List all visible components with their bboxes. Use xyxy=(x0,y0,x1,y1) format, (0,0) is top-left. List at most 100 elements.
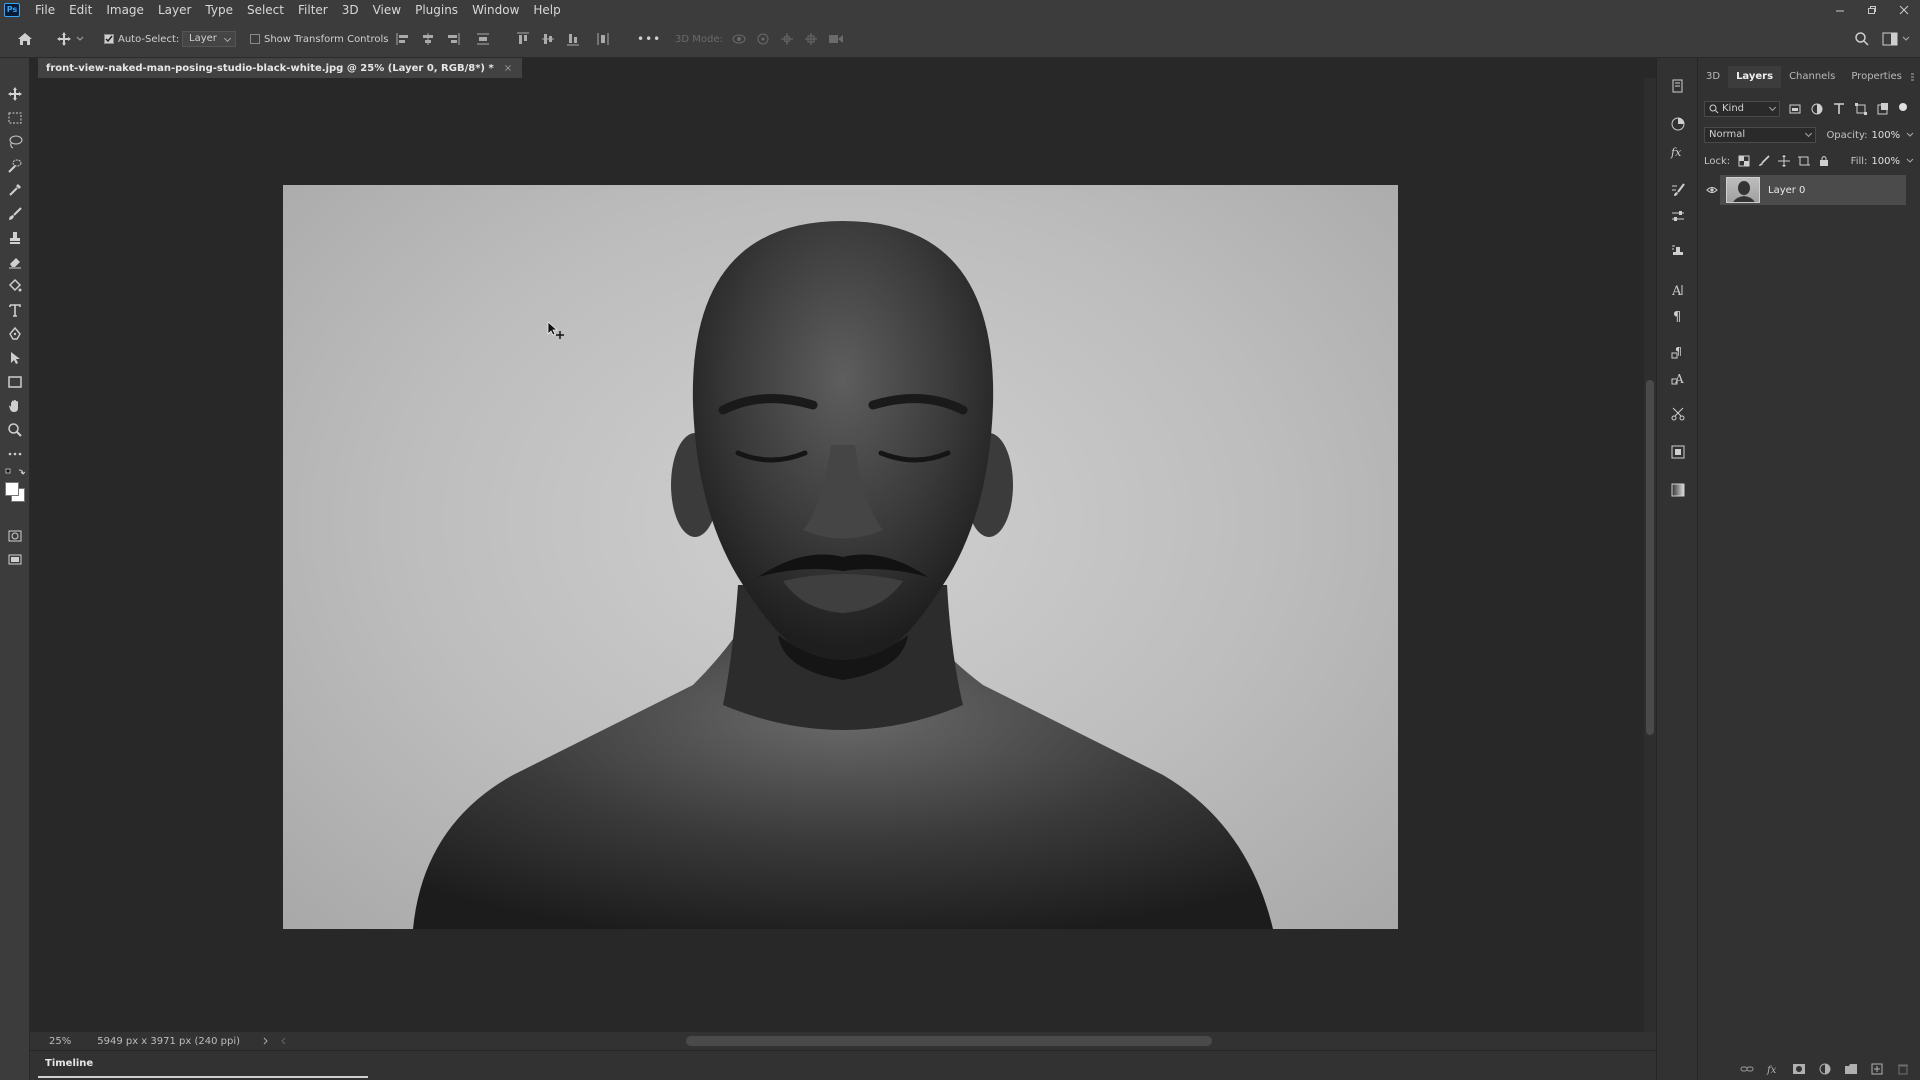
canvas-image[interactable] xyxy=(283,185,1398,929)
add-layer-style-button[interactable]: fx xyxy=(1764,1060,1782,1078)
roll-3d-icon[interactable] xyxy=(755,32,771,46)
scale-3d-icon[interactable] xyxy=(827,32,845,46)
lock-artboard-icon[interactable] xyxy=(1798,155,1811,167)
pan-3d-icon[interactable] xyxy=(779,32,795,46)
quick-selection-tool[interactable] xyxy=(5,156,25,176)
show-transform-control[interactable]: Show Transform Controls xyxy=(250,20,388,58)
menu-layer[interactable]: Layer xyxy=(151,0,198,20)
adjustments-panel-button[interactable] xyxy=(1668,206,1688,226)
search-button[interactable] xyxy=(1854,20,1870,58)
workspace-button[interactable] xyxy=(1882,20,1910,58)
chevron-down-icon[interactable] xyxy=(1906,131,1914,139)
tab-layers[interactable]: Layers xyxy=(1728,66,1782,88)
filter-shape-icon[interactable] xyxy=(1854,102,1868,116)
align-top-edges-icon[interactable] xyxy=(516,32,530,46)
timeline-tab[interactable]: Timeline xyxy=(37,1052,101,1074)
tab-3d[interactable]: 3D xyxy=(1698,66,1728,88)
close-window-button[interactable] xyxy=(1888,0,1920,20)
chevron-down-icon[interactable] xyxy=(1906,157,1914,165)
history-panel-button[interactable] xyxy=(1668,76,1688,96)
clone-stamp-tool[interactable] xyxy=(5,228,25,248)
menu-plugins[interactable]: Plugins xyxy=(408,0,465,20)
menu-type[interactable]: Type xyxy=(198,0,240,20)
lock-position-icon[interactable] xyxy=(1778,155,1791,167)
show-transform-checkbox[interactable] xyxy=(250,34,260,44)
horizontal-scroll-thumb[interactable] xyxy=(686,1036,1212,1046)
tab-properties[interactable]: Properties xyxy=(1843,66,1910,88)
vertical-scroll-thumb[interactable] xyxy=(1646,380,1654,735)
tool-presets-panel-button[interactable] xyxy=(1668,404,1688,424)
menu-help[interactable]: Help xyxy=(526,0,567,20)
filter-type-icon[interactable] xyxy=(1832,102,1846,116)
zoom-tool[interactable] xyxy=(5,420,25,440)
lasso-tool[interactable] xyxy=(5,132,25,152)
quick-mask-button[interactable] xyxy=(5,526,25,546)
brushes-panel-button[interactable] xyxy=(1668,180,1688,200)
align-horizontal-centers-icon[interactable] xyxy=(421,32,435,46)
clone-source-panel-button[interactable] xyxy=(1668,242,1688,262)
pen-tool[interactable] xyxy=(5,324,25,344)
color-panel-button[interactable] xyxy=(1668,114,1688,134)
layer-name[interactable]: Layer 0 xyxy=(1768,185,1805,196)
panel-menu-icon[interactable] xyxy=(1910,72,1914,82)
lock-all-icon[interactable] xyxy=(1818,155,1830,167)
menu-filter[interactable]: Filter xyxy=(291,0,335,20)
blend-mode-dropdown[interactable]: Normal xyxy=(1704,127,1817,143)
eraser-tool[interactable] xyxy=(5,252,25,272)
auto-select-checkbox[interactable] xyxy=(104,34,114,44)
menu-select[interactable]: Select xyxy=(240,0,291,20)
rectangle-tool[interactable] xyxy=(5,372,25,392)
align-left-edges-icon[interactable] xyxy=(396,32,410,46)
filter-kind-dropdown[interactable]: Kind xyxy=(1704,101,1780,117)
new-adjustment-layer-button[interactable] xyxy=(1816,1060,1834,1078)
link-layers-button[interactable] xyxy=(1738,1060,1756,1078)
close-document-button[interactable]: × xyxy=(504,63,512,74)
lock-image-pixels-icon[interactable] xyxy=(1758,155,1770,167)
libraries-panel-button[interactable] xyxy=(1668,442,1688,462)
move-tool[interactable] xyxy=(5,84,25,104)
paragraph-styles-panel-button[interactable]: ¶ xyxy=(1668,342,1688,362)
filter-toggle-icon[interactable] xyxy=(1898,102,1908,112)
menu-view[interactable]: View xyxy=(366,0,408,20)
default-colors-button[interactable] xyxy=(5,466,25,478)
layer-visibility-toggle[interactable] xyxy=(1704,175,1720,205)
filter-adjustment-icon[interactable] xyxy=(1810,102,1824,116)
chevron-right-icon[interactable] xyxy=(262,1037,270,1045)
opacity-value[interactable]: 100% xyxy=(1872,130,1901,141)
marquee-tool[interactable] xyxy=(5,108,25,128)
styles-panel-button[interactable]: fx xyxy=(1668,142,1688,162)
auto-select-target-dropdown[interactable]: Layer xyxy=(182,31,236,47)
align-bottom-edges-icon[interactable] xyxy=(566,32,580,46)
character-styles-panel-button[interactable]: A xyxy=(1668,368,1688,388)
path-selection-tool[interactable] xyxy=(5,348,25,368)
menu-window[interactable]: Window xyxy=(465,0,526,20)
document-tab[interactable]: front-view-naked-man-posing-studio-black… xyxy=(38,58,523,78)
layer-row[interactable]: Layer 0 xyxy=(1720,175,1906,205)
add-mask-button[interactable] xyxy=(1790,1060,1808,1078)
edit-toolbar-button[interactable] xyxy=(5,444,25,464)
new-group-button[interactable] xyxy=(1842,1060,1860,1078)
align-right-edges-icon[interactable] xyxy=(446,32,460,46)
fill-value[interactable]: 100% xyxy=(1871,156,1900,167)
minimize-button[interactable] xyxy=(1824,0,1856,20)
gradients-panel-button[interactable] xyxy=(1668,480,1688,500)
foreground-color-swatch[interactable] xyxy=(5,482,19,496)
brush-tool[interactable] xyxy=(5,204,25,224)
tab-channels[interactable]: Channels xyxy=(1781,66,1843,88)
menu-image[interactable]: Image xyxy=(99,0,151,20)
distribute-horizontal-icon[interactable] xyxy=(596,32,610,46)
eyedropper-tool[interactable] xyxy=(5,180,25,200)
more-options-button[interactable]: ••• xyxy=(637,32,661,46)
filter-smart-object-icon[interactable] xyxy=(1876,102,1890,116)
scroll-left-icon[interactable] xyxy=(280,1037,288,1045)
filter-pixel-icon[interactable] xyxy=(1788,102,1802,116)
move-tool-preset-button[interactable] xyxy=(56,20,84,58)
lock-transparent-pixels-icon[interactable] xyxy=(1738,155,1750,167)
color-swatches[interactable] xyxy=(3,480,27,506)
orbit-3d-icon[interactable] xyxy=(731,32,747,46)
new-layer-button[interactable] xyxy=(1868,1060,1886,1078)
menu-3d[interactable]: 3D xyxy=(335,0,366,20)
character-panel-button[interactable]: A xyxy=(1668,280,1688,300)
home-button[interactable] xyxy=(16,20,34,58)
menu-file[interactable]: File xyxy=(28,0,62,20)
